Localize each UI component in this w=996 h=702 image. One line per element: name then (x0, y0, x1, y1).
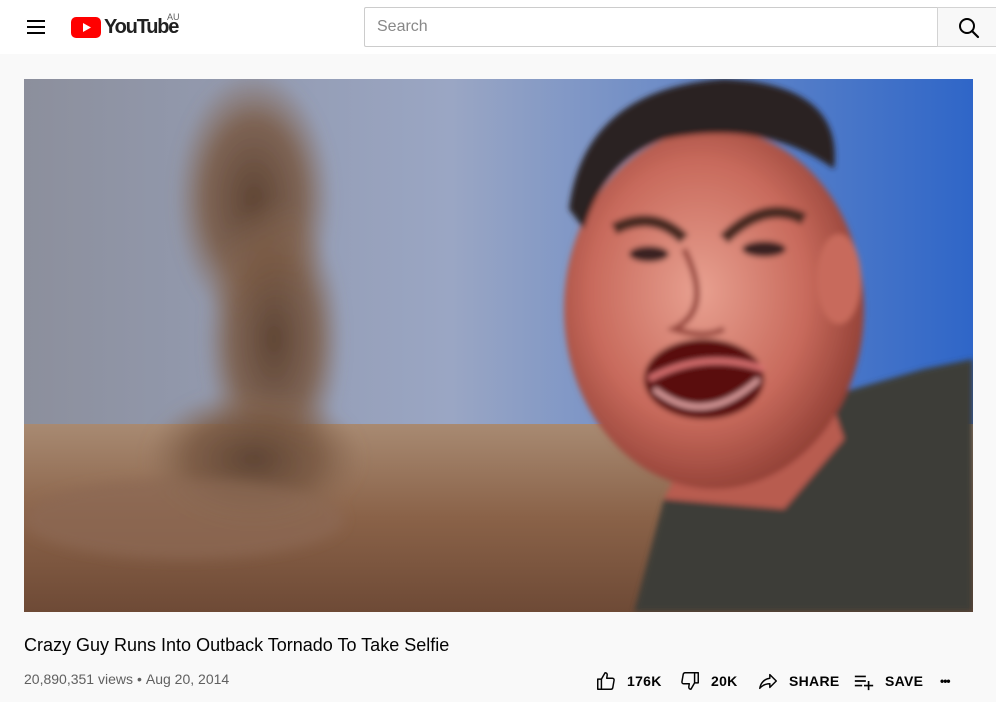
thumbs-down-icon (681, 672, 699, 690)
search-box (364, 7, 938, 47)
region-code: AU (167, 12, 180, 22)
like-button[interactable]: 176K (595, 664, 662, 698)
hamburger-menu-icon[interactable] (22, 14, 50, 40)
video-player[interactable] (24, 79, 973, 612)
view-count: 20,890,351 views (24, 671, 133, 687)
upload-date: Aug 20, 2014 (145, 671, 230, 687)
meta-separator: • (136, 671, 142, 687)
more-actions-button[interactable]: ••• (940, 664, 951, 698)
dislike-count: 20K (711, 673, 738, 689)
thumbs-up-icon (597, 672, 615, 690)
youtube-play-icon (71, 16, 101, 38)
masthead: YouTube AU (0, 0, 996, 54)
add-to-playlist-icon (854, 675, 874, 691)
video-frame-image (24, 79, 973, 612)
save-label: SAVE (885, 673, 924, 689)
video-meta: 20,890,351 views • Aug 20, 2014 (24, 671, 229, 687)
more-icon: ••• (940, 674, 951, 688)
save-button[interactable]: SAVE (853, 664, 923, 698)
search-input[interactable] (365, 8, 938, 46)
share-label: SHARE (789, 673, 840, 689)
youtube-logo[interactable]: YouTube (71, 14, 179, 40)
share-button[interactable]: SHARE (757, 664, 840, 698)
like-count: 176K (627, 673, 662, 689)
dislike-button[interactable]: 20K (679, 664, 738, 698)
video-title: Crazy Guy Runs Into Outback Tornado To T… (24, 635, 450, 655)
search-icon (959, 18, 980, 39)
share-arrow-icon (759, 673, 777, 690)
search-button[interactable] (937, 7, 996, 47)
